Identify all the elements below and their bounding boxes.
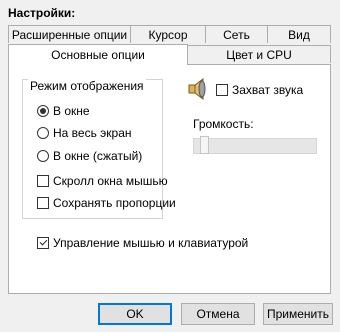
tab-label: Расширенные опции — [11, 28, 128, 42]
ok-button[interactable]: OK — [98, 303, 172, 325]
tab-label: Курсор — [148, 28, 188, 42]
checkbox-label: Скролл окна мышью — [53, 174, 168, 188]
tab-label: Сеть — [223, 28, 250, 42]
tab-cursor[interactable]: Курсор — [130, 25, 206, 43]
tab-advanced-options[interactable]: Расширенные опции — [8, 25, 131, 43]
radio-windowed-compressed[interactable]: В окне (сжатый) — [37, 149, 142, 163]
checkbox[interactable] — [37, 175, 49, 187]
scroll-window-mouse-checkbox[interactable]: Скролл окна мышью — [37, 174, 168, 188]
radio-button[interactable] — [37, 127, 49, 139]
volume-label: Громкость: — [193, 117, 254, 131]
checkbox-label: Управление мышью и клавиатурой — [53, 236, 249, 250]
speaker-icon — [188, 78, 206, 100]
capture-sound-checkbox[interactable]: Захват звука — [216, 83, 303, 97]
volume-slider-thumb[interactable] — [200, 136, 209, 154]
tab-label: Цвет и CPU — [226, 48, 292, 62]
checkbox[interactable] — [37, 197, 49, 209]
apply-button[interactable]: Применить — [263, 303, 333, 325]
keep-proportions-checkbox[interactable]: Сохранять пропорции — [37, 196, 176, 210]
page-title: Настройки: — [8, 6, 76, 20]
radio-label: В окне (сжатый) — [53, 149, 143, 163]
checkbox-checked[interactable] — [37, 237, 49, 249]
display-mode-legend: Режим отображения — [28, 79, 146, 93]
tab-basic-options[interactable]: Основные опции — [8, 44, 188, 65]
tab-label: Вид — [288, 28, 310, 42]
tab-label: Основные опции — [51, 48, 145, 62]
radio-button-selected[interactable] — [37, 105, 49, 117]
tab-network[interactable]: Сеть — [205, 25, 268, 43]
radio-label: На весь экран — [53, 126, 132, 140]
mouse-keyboard-control-checkbox[interactable]: Управление мышью и клавиатурой — [37, 236, 248, 250]
checkbox-label: Сохранять пропорции — [53, 196, 176, 210]
checkbox-label: Захват звука — [232, 83, 304, 97]
volume-slider[interactable] — [193, 138, 317, 154]
radio-windowed[interactable]: В окне — [37, 104, 90, 118]
cancel-button[interactable]: Отмена — [181, 303, 255, 325]
radio-label: В окне — [53, 104, 90, 118]
checkbox[interactable] — [216, 84, 228, 96]
tab-color-cpu[interactable]: Цвет и CPU — [187, 45, 331, 63]
tab-view[interactable]: Вид — [267, 25, 331, 43]
radio-button[interactable] — [37, 150, 49, 162]
radio-fullscreen[interactable]: На весь экран — [37, 126, 132, 140]
